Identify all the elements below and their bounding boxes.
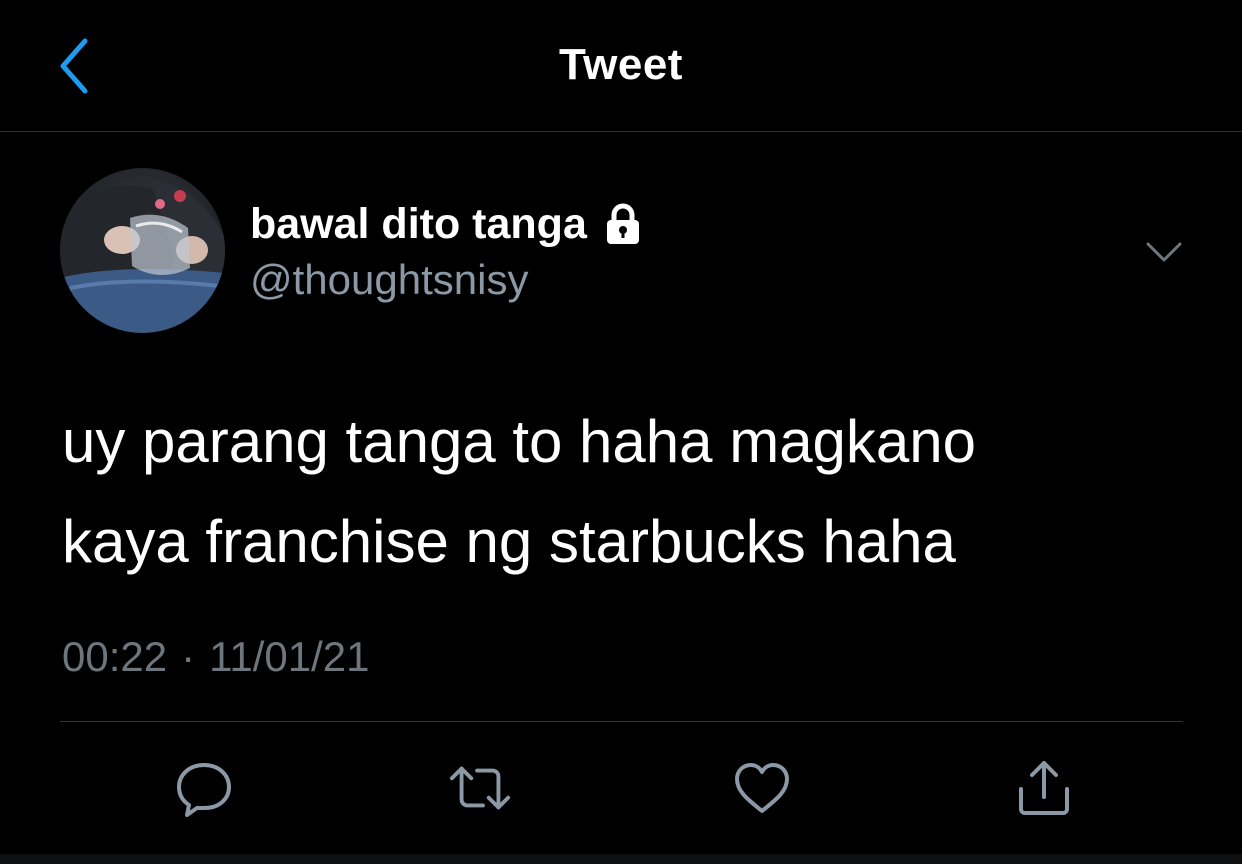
tweet-time: 00:22 (62, 633, 168, 680)
share-button[interactable] (1012, 756, 1076, 820)
heart-icon (735, 763, 789, 813)
bottom-edge (0, 854, 1242, 864)
tweet-text: uy parang tanga to haha magkano kaya fra… (62, 408, 977, 575)
display-name[interactable]: bawal dito tanga (250, 200, 587, 249)
tweet-detail-screen: Tweet bawal dito tanga @thoughtsnisy uy … (0, 0, 1242, 864)
reply-icon (177, 763, 231, 817)
chevron-down-icon (1146, 242, 1182, 262)
navigation-header: Tweet (0, 0, 1242, 132)
tweet-date: 11/01/21 (209, 633, 370, 680)
divider (60, 721, 1183, 722)
lock-icon (601, 201, 647, 247)
reply-button[interactable] (172, 756, 236, 820)
more-options-button[interactable] (1140, 232, 1188, 272)
share-icon (1019, 761, 1069, 815)
tweet-timestamp: 00:22 · 11/01/21 (62, 633, 369, 681)
page-title: Tweet (559, 40, 683, 89)
retweet-icon (449, 766, 511, 810)
retweet-button[interactable] (448, 756, 512, 820)
avatar-image (60, 168, 225, 333)
meta-separator: · (181, 633, 196, 680)
user-handle[interactable]: @thoughtsnisy (250, 256, 528, 304)
display-name-row: bawal dito tanga (250, 197, 647, 251)
avatar[interactable] (60, 168, 225, 333)
like-button[interactable] (730, 756, 794, 820)
